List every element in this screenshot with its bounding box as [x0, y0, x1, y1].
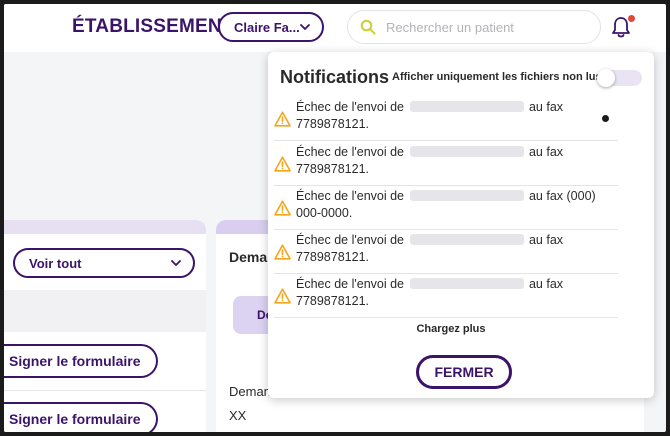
- warning-icon: [274, 111, 291, 127]
- row-divider: [4, 390, 206, 391]
- search-icon: [360, 19, 376, 35]
- redacted-filename: [409, 234, 524, 245]
- notification-item[interactable]: Échec de l'envoi de au fax 7789878121.: [274, 142, 618, 186]
- sign-form-button[interactable]: Signer le formulaire: [4, 402, 158, 432]
- view-filter-select[interactable]: Voir tout: [13, 248, 195, 278]
- notification-prefix: Échec de l'envoi de: [296, 145, 405, 159]
- panel-title: Notifications: [280, 67, 390, 87]
- notification-prefix: Échec de l'envoi de: [296, 100, 405, 114]
- redacted-filename: [409, 101, 524, 112]
- toggle-knob: [597, 69, 615, 87]
- search-input[interactable]: [386, 19, 586, 35]
- user-name: Claire Fa...: [234, 19, 300, 35]
- brand-title: ÉTABLISSEMENT: [72, 16, 234, 37]
- notification-item[interactable]: Échec de l'envoi de au fax 7789878121.: [274, 97, 618, 141]
- unread-dot: [602, 115, 609, 122]
- notifications-panel: Notifications Afficher uniquement les fi…: [268, 52, 654, 398]
- notification-text: Échec de l'envoi de au fax 7789878121.: [296, 232, 596, 266]
- warning-icon: [274, 156, 291, 172]
- notification-prefix: Échec de l'envoi de: [296, 277, 405, 291]
- notification-prefix: Échec de l'envoi de: [296, 189, 405, 203]
- notification-item[interactable]: Échec de l'envoi de au fax 7789878121.: [274, 274, 618, 318]
- redacted-filename: [409, 146, 524, 157]
- notification-text: Échec de l'envoi de au fax (000) 000-000…: [296, 188, 596, 222]
- redacted-filename: [409, 278, 524, 289]
- warning-icon: [274, 200, 291, 216]
- sign-form-button[interactable]: Signer le formulaire: [4, 344, 158, 378]
- notification-dot: [628, 15, 635, 22]
- app-window: ÉTABLISSEMENT Claire Fa... Voir tout Sig…: [4, 4, 666, 432]
- top-bar: ÉTABLISSEMENT Claire Fa...: [4, 4, 666, 52]
- notification-text: Échec de l'envoi de au fax 7789878121.: [296, 144, 596, 178]
- redacted-filename: [409, 190, 524, 201]
- notification-item[interactable]: Échec de l'envoi de au fax 7789878121.: [274, 230, 618, 274]
- load-more-link[interactable]: Chargez plus: [268, 323, 634, 335]
- close-button[interactable]: FERMER: [416, 355, 512, 389]
- field-label: Deman: [229, 384, 271, 399]
- warning-icon: [274, 288, 291, 304]
- patient-search: [347, 10, 601, 44]
- unread-filter-label: Afficher uniquement les fichiers non lus: [392, 71, 602, 83]
- divider-band: [4, 290, 206, 332]
- chevron-down-icon: [300, 24, 310, 30]
- unread-only-toggle[interactable]: [597, 69, 642, 87]
- view-filter-label: Voir tout: [29, 255, 82, 271]
- chevron-down-icon: [171, 260, 181, 266]
- notification-item[interactable]: Échec de l'envoi de au fax (000) 000-000…: [274, 186, 618, 230]
- notification-text: Échec de l'envoi de au fax 7789878121.: [296, 276, 596, 310]
- field-value: XX: [229, 408, 247, 423]
- notification-text: Échec de l'envoi de au fax 7789878121.: [296, 99, 596, 133]
- user-menu-button[interactable]: Claire Fa...: [218, 12, 324, 42]
- notification-prefix: Échec de l'envoi de: [296, 233, 405, 247]
- warning-icon: [274, 244, 291, 260]
